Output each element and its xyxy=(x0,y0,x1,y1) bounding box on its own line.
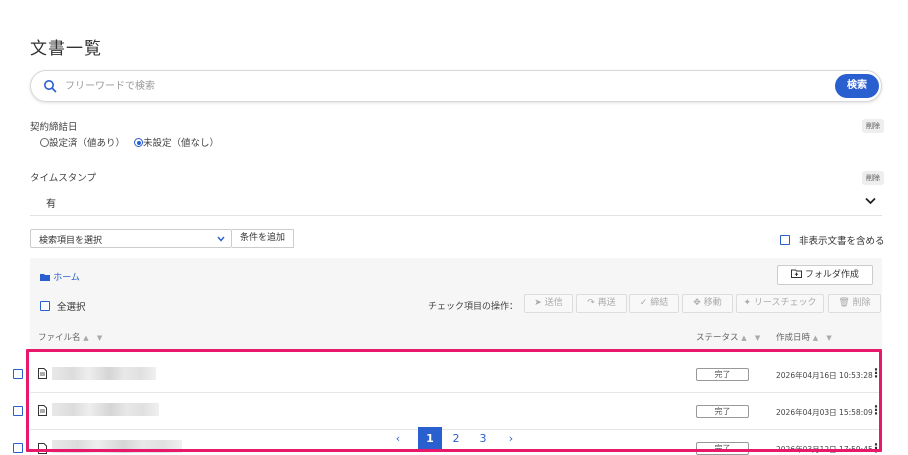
sort-icon[interactable]: ▲ ▼ xyxy=(741,334,763,342)
include-hidden-checkbox[interactable] xyxy=(780,235,790,245)
create-folder-label: フォルダ作成 xyxy=(804,270,859,280)
contract-date-options: 設定済（値あり） 未設定（値なし） xyxy=(40,135,219,149)
radio-unset[interactable]: 未設定（値なし） xyxy=(134,138,219,149)
search-bar: 検索 xyxy=(30,70,882,102)
trash-icon: 🗑 xyxy=(838,298,853,308)
select-all[interactable]: 全選択 xyxy=(40,299,86,313)
move-button[interactable]: ✥ 移動 xyxy=(682,294,733,313)
radio-set-icon xyxy=(40,138,49,147)
recheck-button[interactable]: ✦ リースチェック xyxy=(736,294,824,313)
select-all-label: 全選択 xyxy=(57,302,86,313)
chevron-down-icon xyxy=(217,236,225,242)
row-checkbox[interactable] xyxy=(13,369,23,379)
create-folder-button[interactable]: フォルダ作成 xyxy=(777,265,873,285)
timestamp-select[interactable]: 有 xyxy=(30,188,882,216)
bulk-ops-label: チェック項目の操作： xyxy=(428,302,519,312)
search-button[interactable]: 検索 xyxy=(835,74,879,98)
add-condition-button[interactable]: 条件を追加 xyxy=(232,229,294,248)
resend-label: 再送 xyxy=(597,298,616,308)
send-button[interactable]: ➤ 送信 xyxy=(524,294,573,313)
column-created-label: 作成日時 xyxy=(776,333,811,343)
move-label: 移動 xyxy=(703,298,722,308)
send-label: 送信 xyxy=(544,298,563,308)
sort-icon[interactable]: ▲ ▼ xyxy=(813,334,835,342)
sort-icon[interactable]: ▲ ▼ xyxy=(83,334,105,342)
column-filename[interactable]: ファイル名 ▲ ▼ xyxy=(38,331,105,343)
select-all-checkbox[interactable] xyxy=(40,301,50,311)
folder-icon xyxy=(40,274,50,281)
search-item-select-label: 検索項目を選択 xyxy=(39,236,103,246)
timestamp-label: タイムスタンプ xyxy=(30,173,97,184)
resend-button[interactable]: ↷ 再送 xyxy=(576,294,627,313)
resend-icon: ↷ xyxy=(587,298,598,308)
delete-label: 削除 xyxy=(852,298,871,308)
send-icon: ➤ xyxy=(534,298,545,308)
row-checkbox[interactable] xyxy=(13,406,23,416)
delete-button[interactable]: 🗑 削除 xyxy=(828,294,881,313)
column-filename-label: ファイル名 xyxy=(38,333,81,343)
column-created[interactable]: 作成日時 ▲ ▼ xyxy=(776,331,835,343)
timestamp-value: 有 xyxy=(46,199,56,210)
check-icon: ✓ xyxy=(639,298,651,308)
search-item-select[interactable]: 検索項目を選択 xyxy=(30,229,232,248)
radio-unset-label: 未設定（値なし） xyxy=(143,138,220,149)
folder-plus-icon xyxy=(791,269,803,278)
search-input[interactable] xyxy=(65,77,845,95)
row-checkbox[interactable] xyxy=(13,443,23,453)
column-status-label: ステータス xyxy=(696,333,739,343)
chevron-down-icon xyxy=(865,197,876,205)
move-icon: ✥ xyxy=(693,298,704,308)
timestamp-clear-button[interactable]: 削除 xyxy=(862,171,884,185)
breadcrumb-home[interactable]: ホーム xyxy=(53,273,80,283)
radio-set[interactable]: 設定済（値あり） xyxy=(40,138,125,149)
search-icon xyxy=(44,80,57,93)
breadcrumb[interactable]: ホーム xyxy=(40,270,80,283)
contract-date-label: 契約締結日 xyxy=(30,122,78,133)
recheck-label: リースチェック xyxy=(753,298,817,308)
conclude-button[interactable]: ✓ 締結 xyxy=(629,294,679,313)
sparkle-icon: ✦ xyxy=(743,298,754,308)
radio-unset-icon xyxy=(134,138,144,147)
conclude-label: 締結 xyxy=(650,298,669,308)
column-status[interactable]: ステータス ▲ ▼ xyxy=(696,331,763,343)
include-hidden-toggle[interactable]: 非表示文書を含める xyxy=(780,233,885,247)
radio-set-label: 設定済（値あり） xyxy=(49,138,126,149)
include-hidden-label: 非表示文書を含める xyxy=(799,236,885,247)
page-title: 文書一覧 xyxy=(30,39,102,59)
contract-date-clear-button[interactable]: 削除 xyxy=(862,119,884,133)
highlight-box xyxy=(26,349,882,452)
